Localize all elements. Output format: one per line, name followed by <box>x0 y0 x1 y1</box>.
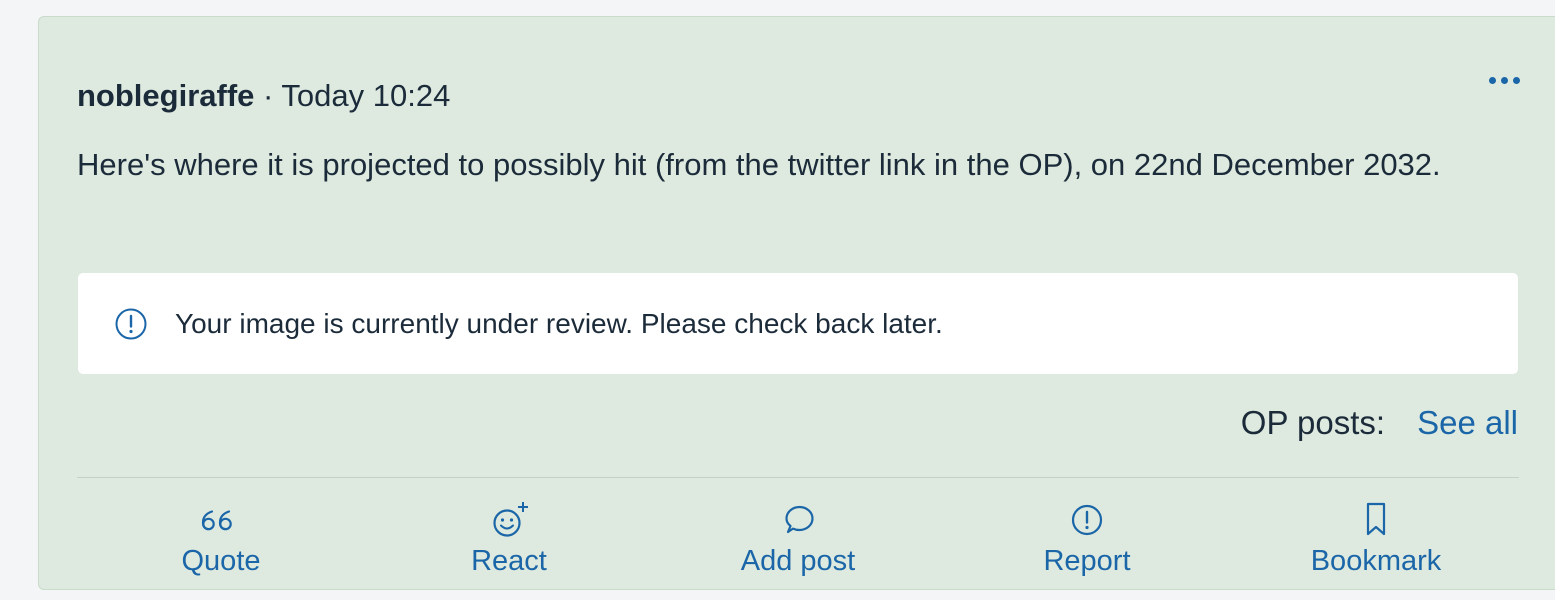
react-smiley-icon <box>493 502 528 537</box>
quote-button[interactable]: Quote <box>111 499 331 594</box>
more-dot-icon <box>1488 76 1496 84</box>
add-post-label: Add post <box>740 545 856 577</box>
op-posts-label: OP posts: <box>1240 404 1386 441</box>
speech-bubble-icon <box>785 505 814 534</box>
bookmark-button[interactable]: Bookmark <box>1266 499 1486 594</box>
post-card: noblegiraffe · Today 10:24 Here's where … <box>38 16 1555 590</box>
bookmark-label: Bookmark <box>1310 545 1442 577</box>
quote-icon <box>201 510 232 531</box>
actions-divider <box>77 477 1519 478</box>
exclamation-circle-icon <box>1071 504 1103 536</box>
report-label: Report <box>1043 545 1131 577</box>
more-dot-icon <box>1500 76 1508 84</box>
more-options-button[interactable] <box>1480 65 1528 95</box>
see-all-link[interactable]: See all <box>1417 404 1518 441</box>
post-header: noblegiraffe · Today 10:24 <box>77 77 450 115</box>
header-separator: · <box>254 78 282 113</box>
post-author[interactable]: noblegiraffe <box>77 78 254 113</box>
post-timestamp[interactable]: Today 10:24 <box>281 78 450 113</box>
post-body: Here's where it is projected to possibly… <box>77 147 1441 182</box>
quote-label: Quote <box>181 545 261 577</box>
notice-text: Your image is currently under review. Pl… <box>175 308 943 339</box>
react-label: React <box>471 545 547 577</box>
op-posts-row: OP posts: See all <box>1241 402 1518 444</box>
info-circle-icon <box>115 308 147 340</box>
report-button[interactable]: Report <box>977 499 1197 594</box>
react-button[interactable]: React <box>399 499 619 594</box>
image-review-notice: Your image is currently under review. Pl… <box>78 273 1518 374</box>
add-post-button[interactable]: Add post <box>688 499 908 594</box>
more-dot-icon <box>1512 76 1520 84</box>
bookmark-icon <box>1366 502 1386 536</box>
